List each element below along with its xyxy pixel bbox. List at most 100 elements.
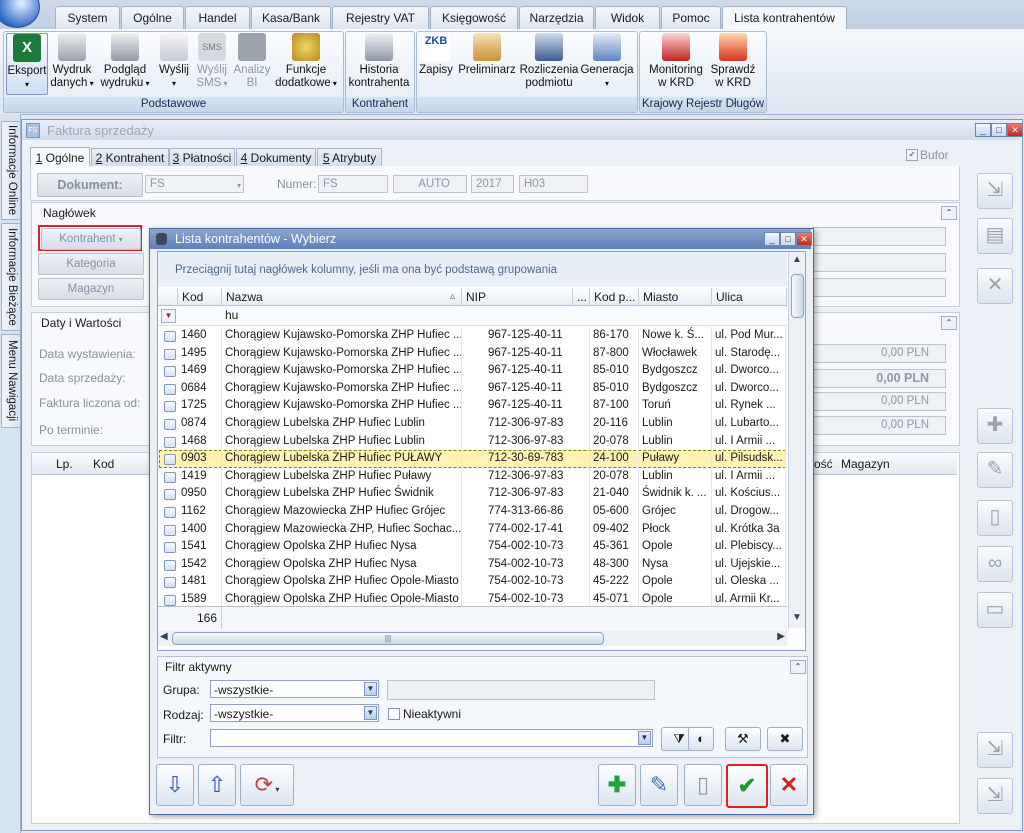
save-icon[interactable]: ⇲	[977, 173, 1013, 209]
col-header-ulica[interactable]: Ulica	[712, 288, 787, 306]
grupa-select[interactable]: -wszystkie- ▼	[210, 680, 379, 698]
group-by-area[interactable]: Przeciągnij tutaj nagłówek kolumny, jeśl…	[158, 252, 787, 287]
row-selector-icon[interactable]	[164, 577, 176, 589]
eksport-button[interactable]: X Eksport ▾	[6, 33, 48, 95]
sidebar-tab-informacje-biezace[interactable]: Informacje Bieżące	[1, 223, 21, 331]
filter-advanced-icon[interactable]: ◐	[688, 727, 714, 751]
filtr-input[interactable]: ▼	[210, 729, 653, 747]
filter-apply-icon[interactable]: ⚒	[725, 727, 761, 751]
col-header-more[interactable]: ...	[573, 288, 590, 306]
rozliczenia-podmiotu-button[interactable]: Rozliczenia podmiotu	[519, 33, 579, 90]
row-selector-icon[interactable]	[164, 436, 176, 448]
historia-kontrahenta-button[interactable]: Historia kontrahenta	[347, 33, 411, 90]
row-selector-icon[interactable]	[164, 489, 176, 501]
tab-system[interactable]: System	[55, 6, 120, 29]
row-selector-icon[interactable]	[164, 366, 176, 378]
table-row[interactable]: 1468 Chorągiew Lubelska ZHP Hufiec Lublin…	[159, 432, 786, 451]
tab-ksiegowosc[interactable]: Księgowość	[430, 6, 518, 29]
naglowek-field-3[interactable]	[812, 278, 946, 297]
add-icon[interactable]: ✚	[977, 408, 1013, 444]
edit-button-icon[interactable]: ✎	[640, 764, 678, 806]
confirm-check-icon[interactable]: ✔	[726, 764, 768, 808]
close-button[interactable]: ✕	[1007, 123, 1023, 137]
nieaktywni-checkbox[interactable]	[388, 708, 400, 720]
close-button[interactable]: ✕	[796, 232, 812, 246]
collapse-icon[interactable]: ⌃	[941, 316, 957, 330]
vertical-scrollbar[interactable]: ▲ ▼	[788, 252, 805, 628]
table-row[interactable]: 1419 Chorągiew Lubelska ZHP Hufiec Puławy…	[159, 467, 786, 486]
table-row[interactable]: 0950 Chorągiew Lubelska ZHP Hufiec Świdni…	[159, 485, 786, 503]
row-selector-icon[interactable]	[164, 401, 176, 413]
numer-series-field[interactable]: FS	[318, 175, 388, 193]
wartosc-field-4[interactable]: 0,00 PLN	[812, 416, 946, 435]
tab-rejestry-vat[interactable]: Rejestry VAT	[332, 6, 429, 29]
naglowek-field-2[interactable]	[812, 253, 946, 272]
wydruk-danych-button[interactable]: Wydruk danych ▾	[48, 33, 96, 90]
col-header-kod[interactable]: Kod	[178, 288, 222, 306]
scroll-thumb[interactable]	[791, 274, 804, 318]
wyslij-button[interactable]: Wyślij ▾	[155, 33, 193, 90]
minimize-button[interactable]: _	[764, 232, 780, 246]
magazyn-button[interactable]: Magazyn	[38, 278, 144, 300]
col-header-miasto[interactable]: Miasto	[639, 288, 712, 306]
close-x-icon[interactable]: ✕	[977, 268, 1013, 304]
table-row[interactable]: 1481 Chorągiew Opolska ZHP Hufiec Opole-M…	[159, 573, 786, 591]
maximize-button[interactable]: □	[780, 232, 796, 246]
scroll-thumb[interactable]: |||	[172, 632, 604, 645]
analizy-bi-button[interactable]: Analizy BI	[232, 33, 272, 90]
preliminarz-button[interactable]: Preliminarz	[456, 33, 518, 77]
row-selector-icon[interactable]	[164, 454, 176, 466]
kategoria-button[interactable]: Kategoria	[38, 253, 144, 275]
wartosc-field-3[interactable]: 0,00 PLN	[812, 392, 946, 411]
tab-pomoc[interactable]: Pomoc	[661, 6, 721, 29]
numer-year-field[interactable]: 2017	[471, 175, 514, 193]
numer-suffix-field[interactable]: H03	[519, 175, 588, 193]
table-row[interactable]: 1469 Chorągiew Kujawsko-Pomorska ZHP Hufi…	[159, 362, 786, 380]
delete-button-icon[interactable]: ▯	[684, 764, 722, 806]
naglowek-field-1[interactable]	[812, 227, 946, 246]
filter-nazwa-input[interactable]: hu	[225, 306, 238, 325]
tab-narzedzia[interactable]: Narzędzia	[519, 6, 594, 29]
table-row[interactable]: 1460 Chorągiew Kujawsko-Pomorska ZHP Hufi…	[159, 327, 786, 345]
row-selector-icon[interactable]	[164, 383, 176, 395]
table-row[interactable]: 1725 Chorągiew Kujawsko-Pomorska ZHP Hufi…	[159, 397, 786, 415]
sidebar-tab-menu-nawigacji[interactable]: Menu Nawigacji	[1, 334, 21, 428]
row-selector-icon[interactable]	[164, 524, 176, 536]
tab-handel[interactable]: Handel	[185, 6, 250, 29]
kontrahent-button[interactable]: Kontrahent ▾	[41, 228, 141, 250]
filter-row-icon[interactable]: ▼	[161, 309, 176, 323]
bufor-checkbox[interactable]: ✔	[906, 149, 918, 161]
tab-ogolne-doc[interactable]: 1 Ogólne	[30, 147, 90, 168]
row-selector-icon[interactable]	[164, 331, 176, 342]
binoculars-icon[interactable]: ∞	[977, 546, 1013, 582]
numer-auto-field[interactable]: AUTO	[393, 175, 467, 193]
scroll-right-icon[interactable]: ▶	[777, 631, 785, 642]
filter-clear-icon[interactable]: ✖	[767, 727, 803, 751]
row-selector-icon[interactable]	[164, 348, 176, 360]
table-row[interactable]: 0874 Chorągiew Lubelska ZHP Hufiec Lublin…	[159, 415, 786, 433]
sprawdz-krd-button[interactable]: Sprawdź w KRD	[707, 33, 759, 90]
funkcje-dodatkowe-button[interactable]: Funkcje dodatkowe ▾	[274, 33, 338, 90]
tab-widok[interactable]: Widok	[595, 6, 660, 29]
add-button-icon[interactable]: ✚	[598, 764, 636, 806]
tab-lista-kontrahentow[interactable]: Lista kontrahentów	[722, 6, 847, 31]
collapse-icon[interactable]: ⌃	[941, 206, 957, 220]
cancel-x-icon[interactable]: ✕	[770, 764, 808, 806]
row-selector-icon[interactable]	[164, 542, 176, 554]
table-row[interactable]: 0684 Chorągiew Kujawsko-Pomorska ZHP Hufi…	[159, 379, 786, 398]
wartosc-field-1[interactable]: 0,00 PLN	[812, 344, 946, 363]
col-header-nazwa[interactable]: Nazwa ▵	[222, 288, 462, 306]
row-selector-icon[interactable]	[164, 595, 176, 606]
scroll-down-icon[interactable]: ▼	[792, 612, 802, 623]
col-header-nip[interactable]: NIP	[462, 288, 573, 306]
collapse-icon[interactable]: ⌃	[790, 660, 806, 674]
save-close-icon[interactable]: ⇲	[977, 778, 1013, 814]
monitoring-krd-button[interactable]: Monitoring w KRD	[646, 33, 706, 90]
tab-ogolne[interactable]: Ogólne	[121, 6, 184, 29]
export-down-icon[interactable]: ⇩	[156, 764, 194, 806]
zapisy-button[interactable]: ZKB Zapisy	[418, 33, 454, 77]
scroll-left-icon[interactable]: ◀	[160, 631, 168, 642]
minimize-button[interactable]: _	[975, 123, 991, 137]
table-row[interactable]: 1400 Chorągiew Mazowiecka ZHP, Hufiec Soc…	[159, 520, 786, 539]
import-up-icon[interactable]: ⇧	[198, 764, 236, 806]
